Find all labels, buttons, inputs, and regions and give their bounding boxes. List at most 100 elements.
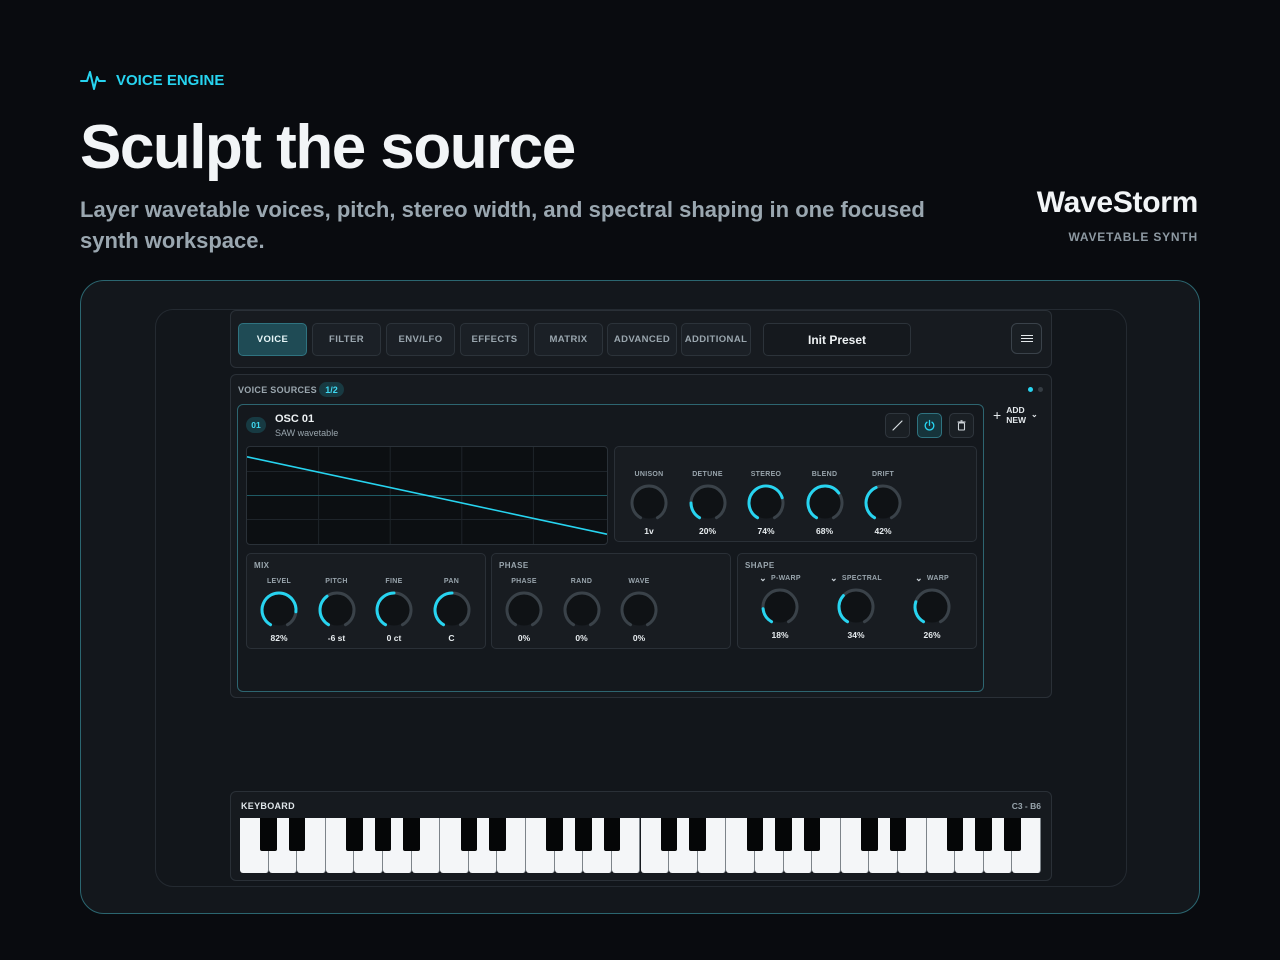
page-dot-1[interactable] [1028, 387, 1033, 392]
brand: WaveStorm WAVETABLE SYNTH [1037, 186, 1199, 244]
knob-phase[interactable]: PHASE 0% [496, 577, 552, 643]
knob-label: PAN [443, 578, 460, 585]
black-key[interactable] [374, 818, 392, 851]
black-key[interactable] [861, 818, 878, 851]
black-key[interactable] [546, 818, 563, 851]
knob-value: 0% [632, 633, 646, 643]
black-key[interactable] [574, 818, 592, 851]
knob-stereo[interactable]: STEREO 74% [738, 470, 794, 536]
knob-dial[interactable] [688, 483, 728, 523]
chevron-down-icon[interactable]: ⌄ [915, 573, 923, 584]
black-key[interactable] [260, 818, 277, 851]
chevron-down-icon: ⌄ [1031, 410, 1038, 419]
edit-icon [892, 420, 903, 431]
knob-dial[interactable] [374, 590, 414, 630]
piano-keys[interactable] [240, 818, 1041, 873]
tab-additional[interactable]: ADDITIONAL [681, 323, 751, 356]
black-key[interactable] [803, 818, 821, 851]
knob-dial[interactable] [760, 587, 800, 627]
tab-env-lfo[interactable]: ENV/LFO [386, 323, 455, 356]
knob-wave[interactable]: WAVE 0% [611, 577, 667, 643]
knob-label: UNISON [634, 471, 664, 478]
knob-dial[interactable] [562, 590, 602, 630]
mix-title: MIX [254, 561, 270, 570]
knob-label: WAVE [628, 578, 650, 585]
knob-spectral[interactable]: ⌄ SPECTRAL 34% [828, 573, 884, 640]
knob-fine[interactable]: FINE 0 ct [366, 577, 422, 643]
black-key[interactable] [403, 818, 420, 851]
edit-button[interactable] [885, 413, 910, 438]
knob-value: 1v [644, 526, 654, 536]
knob-drift[interactable]: DRIFT 42% [855, 470, 911, 536]
hamburger-icon [1020, 335, 1033, 342]
black-key[interactable] [975, 818, 993, 851]
power-icon [924, 419, 935, 431]
knob-value: 26% [923, 630, 941, 640]
knob-p-warp[interactable]: ⌄ P-WARP 18% [752, 573, 808, 640]
black-key[interactable] [603, 818, 621, 851]
knob-rand[interactable]: RAND 0% [554, 577, 610, 643]
knob-value: 18% [771, 630, 789, 640]
knob-dial[interactable] [836, 587, 876, 627]
knob-detune[interactable]: DETUNE 20% [680, 470, 736, 536]
power-button[interactable] [917, 413, 942, 438]
tab-filter[interactable]: FILTER [312, 323, 381, 356]
knob-label: P-WARP [771, 575, 801, 582]
pulse-icon [80, 71, 106, 90]
knob-dial[interactable] [259, 590, 299, 630]
device-frame: VOICE FILTER ENV/LFO EFFECTS MATRIX ADVA… [80, 280, 1200, 914]
knob-dial[interactable] [317, 590, 357, 630]
black-key[interactable] [1004, 818, 1021, 851]
knob-dial[interactable] [805, 483, 845, 523]
black-key[interactable] [689, 818, 706, 851]
add-new-label: ADD NEW [1006, 405, 1027, 425]
trash-icon [957, 420, 966, 431]
menu-button[interactable] [1011, 323, 1042, 354]
preset-selector[interactable]: Init Preset [763, 323, 911, 356]
knob-level[interactable]: LEVEL 82% [251, 577, 307, 643]
osc-name: OSC 01 [275, 413, 315, 425]
knob-label: STEREO [750, 471, 782, 478]
knob-dial[interactable] [746, 483, 786, 523]
knob-unison[interactable]: UNISON 1v [621, 470, 677, 536]
tab-matrix[interactable]: MATRIX [534, 323, 603, 356]
hero-title: Sculpt the source [80, 113, 576, 182]
knob-warp[interactable]: ⌄ WARP 26% [904, 573, 960, 640]
knob-dial[interactable] [619, 590, 659, 630]
tab-effects[interactable]: EFFECTS [460, 323, 529, 356]
keyboard-title: KEYBOARD [241, 801, 295, 811]
knob-pan[interactable]: PAN C [424, 577, 480, 643]
hero-eyebrow: VOICE ENGINE [80, 68, 224, 92]
waveform-display [246, 446, 608, 545]
knob-dial[interactable] [863, 483, 903, 523]
knob-label: FINE [385, 578, 403, 585]
black-key[interactable] [889, 818, 907, 851]
knob-dial[interactable] [629, 483, 669, 523]
black-key[interactable] [489, 818, 506, 851]
chevron-down-icon[interactable]: ⌄ [830, 573, 838, 584]
knob-value: 20% [698, 526, 716, 536]
knob-dial[interactable] [432, 590, 472, 630]
knob-pitch[interactable]: PITCH -6 st [309, 577, 365, 643]
add-new-button[interactable]: + ADD NEW ⌄ [993, 405, 1038, 425]
tab-advanced[interactable]: ADVANCED [607, 323, 677, 356]
shape-title: SHAPE [745, 561, 775, 570]
phase-section: PHASE PHASE 0% RAND 0% WAVE 0% [491, 553, 731, 649]
black-key[interactable] [746, 818, 764, 851]
black-key[interactable] [946, 818, 964, 851]
black-key[interactable] [288, 818, 306, 851]
knob-dial[interactable] [504, 590, 544, 630]
voice-knob-section: UNISON 1v DETUNE 20% STEREO 74% BLEND 68% DRIFT 4… [614, 446, 977, 542]
chevron-down-icon[interactable]: ⌄ [759, 573, 767, 584]
plus-icon: + [993, 407, 1002, 423]
black-key[interactable] [660, 818, 678, 851]
black-key[interactable] [775, 818, 792, 851]
delete-button[interactable] [949, 413, 974, 438]
page-dot-2[interactable] [1038, 387, 1043, 392]
black-key[interactable] [460, 818, 478, 851]
black-key[interactable] [346, 818, 363, 851]
knob-dial[interactable] [912, 587, 952, 627]
tab-voice[interactable]: VOICE [238, 323, 307, 356]
knob-blend[interactable]: BLEND 68% [797, 470, 853, 536]
phase-title: PHASE [499, 561, 529, 570]
